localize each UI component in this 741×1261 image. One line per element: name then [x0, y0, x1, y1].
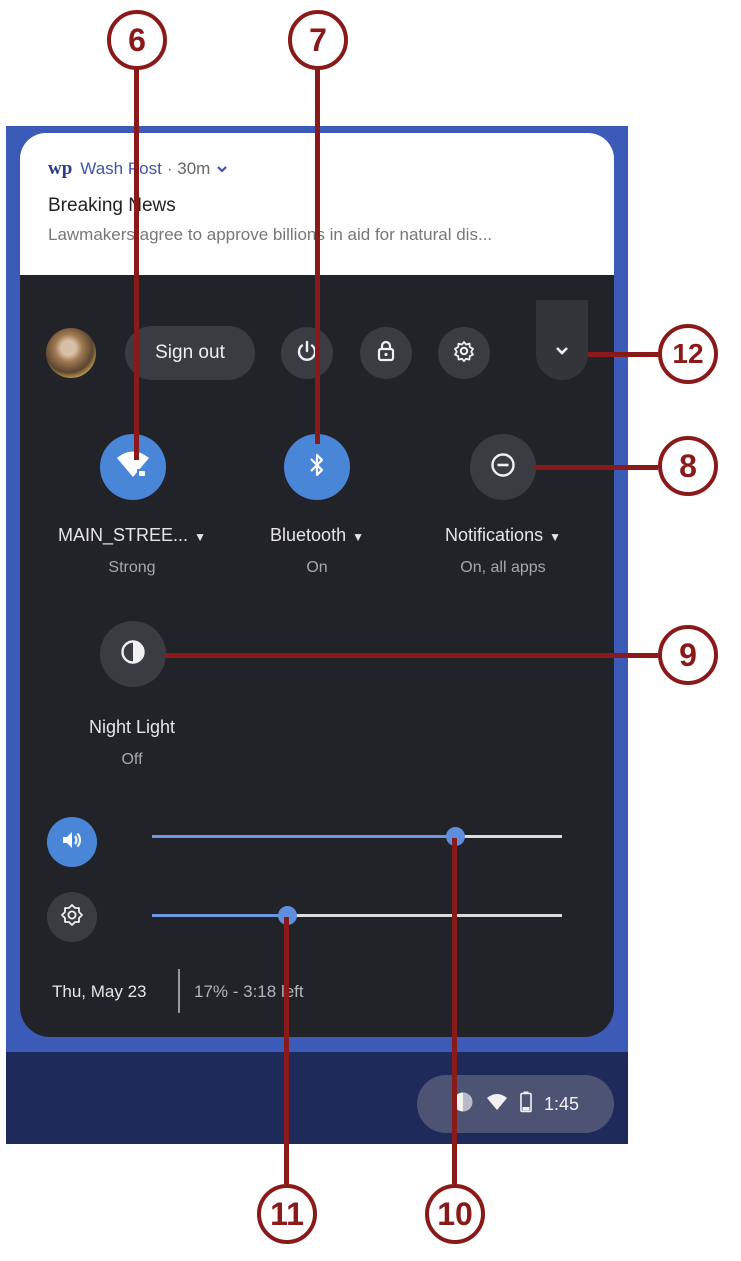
lock-button[interactable] — [360, 327, 412, 379]
wifi-icon — [486, 1093, 508, 1116]
night-light-toggle[interactable] — [100, 621, 166, 687]
callout-10: 10 — [425, 1184, 485, 1244]
do-not-disturb-icon — [489, 451, 517, 484]
wifi-tile-status: Strong — [108, 559, 156, 576]
night-light-tile-status: Off — [121, 751, 143, 768]
chevron-down-icon[interactable] — [216, 159, 228, 179]
notifications-tile-label[interactable]: Notifications ▼ — [403, 525, 603, 546]
lock-icon — [375, 339, 397, 368]
notification-title: Breaking News — [48, 195, 176, 216]
callout-8: 8 — [658, 436, 718, 496]
status-tray[interactable]: 1:45 — [417, 1075, 614, 1133]
settings-button[interactable] — [438, 327, 490, 379]
callout-12-leader — [588, 352, 658, 357]
night-light-icon — [119, 638, 147, 671]
volume-icon — [60, 829, 84, 856]
callout-12: 12 — [658, 324, 718, 384]
app-logo-icon: wp — [48, 158, 73, 179]
callout-11-leader — [284, 917, 289, 1184]
wifi-tile-label[interactable]: MAIN_STREE... ▼ — [32, 525, 232, 546]
callout-9: 9 — [658, 625, 718, 685]
notification-app-name: Wash Post — [80, 159, 162, 178]
callout-6: 6 — [107, 10, 167, 70]
bluetooth-tile-label[interactable]: Bluetooth ▼ — [217, 525, 417, 546]
footer-divider — [178, 969, 180, 1013]
brightness-slider-fill — [152, 914, 288, 917]
volume-slider-fill — [152, 835, 456, 838]
callout-6-leader — [134, 64, 139, 460]
brightness-button — [47, 892, 97, 942]
bluetooth-tile-status: On — [306, 559, 328, 576]
callout-8-leader — [534, 465, 658, 470]
volume-mute-button[interactable] — [47, 817, 97, 867]
callout-11: 11 — [257, 1184, 317, 1244]
clock: 1:45 — [543, 1093, 580, 1114]
bluetooth-icon — [307, 451, 327, 484]
night-light-tile-label[interactable]: Night Light — [32, 717, 232, 738]
brightness-icon — [60, 903, 84, 932]
callout-9-leader — [166, 653, 658, 658]
brightness-slider[interactable] — [152, 906, 562, 925]
power-button[interactable] — [281, 327, 333, 379]
notifications-toggle[interactable] — [470, 434, 536, 500]
wifi-icon — [115, 449, 151, 486]
notifications-tile-status: On, all apps — [460, 559, 546, 576]
wifi-toggle[interactable] — [100, 434, 166, 500]
notification-body: Lawmakers agree to approve billions in a… — [48, 225, 493, 244]
notification-time: · 30m — [166, 159, 211, 178]
sign-out-button[interactable]: Sign out — [125, 326, 255, 380]
date-label[interactable]: Thu, May 23 — [52, 982, 147, 1002]
callout-7-leader — [315, 64, 320, 444]
volume-slider[interactable] — [152, 827, 562, 846]
callout-7: 7 — [288, 10, 348, 70]
avatar[interactable] — [46, 328, 96, 378]
chevron-down-icon — [554, 344, 570, 362]
gear-icon — [452, 339, 476, 368]
callout-10-leader — [452, 838, 457, 1184]
battery-icon — [520, 1091, 532, 1118]
collapse-button[interactable] — [536, 300, 588, 380]
